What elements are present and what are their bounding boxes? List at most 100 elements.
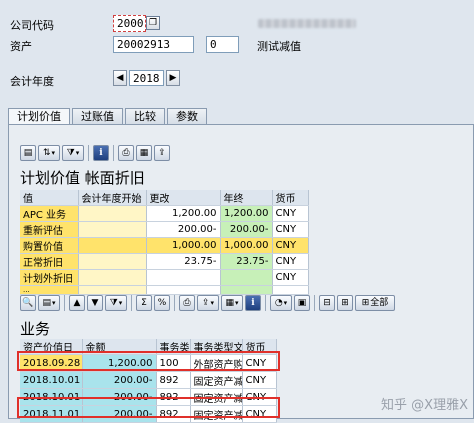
row-label: 计划外折旧 (20, 269, 79, 286)
column-header[interactable]: 资产价值日 (20, 339, 83, 355)
asset-label: 资产 (10, 40, 32, 53)
column-header[interactable]: 货币 (272, 190, 309, 206)
cell-amount: 1,200.00 (82, 354, 157, 372)
sort-icon[interactable]: ⇅ (38, 145, 60, 161)
asset-description: 测试减值 (257, 40, 301, 53)
company-code-field[interactable]: 2000 (113, 15, 146, 32)
table-row[interactable]: 购置价值 1,000.00 1,000.00 CNY (20, 237, 309, 254)
column-header[interactable]: 事务类型文本 (190, 339, 243, 355)
table-header-row: 资产价值日 金额 事务类 事务类型文本 货币 (20, 339, 277, 355)
cell-currency: CNY (242, 354, 277, 372)
cell-start (78, 205, 147, 222)
separator (88, 145, 89, 161)
copy-icon[interactable]: ❐ (146, 16, 160, 30)
choose-icon[interactable]: ▤ (38, 295, 60, 311)
row-label: APC 业务 (20, 205, 79, 222)
cell-change (146, 269, 221, 286)
planned-values-table: 值 会计年度开始 更改 年终 货币 APC 业务 1,200.00 1,200.… (20, 190, 309, 295)
select-all-label: 全部 (370, 297, 389, 308)
separator (64, 295, 65, 311)
filter-icon[interactable]: ⧩ (62, 145, 84, 161)
info-icon[interactable]: i (93, 145, 109, 161)
column-header[interactable]: 年终 (220, 190, 273, 206)
document-icon[interactable]: ▣ (294, 295, 310, 311)
company-name-blurred (258, 19, 356, 28)
asset-number-field[interactable]: 20002913 (113, 36, 194, 53)
tab-comparison[interactable]: 比较 (125, 108, 165, 125)
layout-icon[interactable]: ▦ (221, 295, 243, 311)
cell-date: 2018.10.01 (20, 388, 83, 406)
next-year-button[interactable]: ▶ (166, 70, 180, 86)
separator (265, 295, 266, 311)
column-header[interactable]: 金额 (82, 339, 157, 355)
tab-planned-values[interactable]: 计划价值 (8, 108, 70, 125)
previous-year-button[interactable]: ◀ (113, 70, 127, 86)
filter-icon[interactable]: ⧩ (105, 295, 127, 311)
cell-year-end: 1,000.00 (220, 237, 273, 254)
watermark: 知乎 @X理雅X (381, 398, 468, 413)
cell-type-text: 固定资产减值 (190, 405, 243, 423)
table-row[interactable]: 2018.11.01 200.00- 892 固定资产减值 CNY (20, 405, 277, 423)
cell-start (78, 221, 147, 238)
table-row[interactable]: 重新评估 200.00- 200.00- CNY (20, 221, 309, 238)
cell-type-text: 固定资产减值 (190, 371, 243, 389)
column-header[interactable]: 会计年度开始 (78, 190, 147, 206)
layout-icon[interactable]: ▦ (136, 145, 152, 161)
column-header[interactable]: 货币 (242, 339, 277, 355)
cell-currency: CNY (242, 388, 277, 406)
sum-icon[interactable]: Σ (136, 295, 152, 311)
planned-section-title: 计划价值 帐面折旧 (20, 169, 145, 187)
cell-change: 23.75- (146, 253, 221, 270)
export-icon[interactable]: ⇪ (154, 145, 170, 161)
column-header[interactable]: 更改 (146, 190, 221, 206)
select-all-button[interactable]: ⊞ 全部 (355, 295, 395, 311)
cell-type-text: 外部资产购置 (190, 354, 243, 372)
cell-currency: CNY (272, 221, 309, 238)
subtotal-icon[interactable]: % (154, 295, 170, 311)
sort-ascending-icon[interactable]: ▲ (69, 295, 85, 311)
table-row[interactable]: 2018.10.01 200.00- 892 固定资产减值 CNY (20, 371, 277, 389)
column-header[interactable]: 事务类 (156, 339, 191, 355)
expand-icon[interactable]: ⊞ (337, 295, 353, 311)
cell-amount: 200.00- (82, 405, 157, 423)
separator (131, 295, 132, 311)
table-row[interactable]: APC 业务 1,200.00 1,200.00 CNY (20, 205, 309, 222)
graphic-icon[interactable]: ◔ (270, 295, 292, 311)
cell-start (78, 237, 147, 254)
tab-posted-values[interactable]: 过账值 (72, 108, 123, 125)
info-icon[interactable]: i (245, 295, 261, 311)
table-row[interactable]: 正常折旧 23.75- 23.75- CNY (20, 253, 309, 270)
sort-descending-icon[interactable]: ▼ (87, 295, 103, 311)
print-icon[interactable]: ⎙ (179, 295, 195, 311)
table-header-row: 值 会计年度开始 更改 年终 货币 (20, 190, 309, 206)
zoom-icon[interactable]: 🔍 (20, 295, 36, 311)
asset-subnumber-field[interactable]: 0 (206, 36, 239, 53)
tab-parameters[interactable]: 参数 (167, 108, 207, 125)
transactions-table: 资产价值日 金额 事务类 事务类型文本 货币 2018.09.28 1,200.… (20, 339, 277, 423)
cell-change: 200.00- (146, 221, 221, 238)
table-row[interactable]: 计划外折旧 CNY (20, 269, 309, 286)
table-row[interactable]: 2018.10.01 200.00- 892 固定资产减值 CNY (20, 388, 277, 406)
cell-date: 2018.11.01 (20, 405, 83, 423)
collapse-icon[interactable]: ⊟ (319, 295, 335, 311)
cell-date: 2018.09.28 (20, 354, 83, 372)
table-row[interactable]: 2018.09.28 1,200.00 100 外部资产购置 CNY (20, 354, 277, 372)
cell-start (78, 269, 147, 286)
details-icon[interactable]: ▤ (20, 145, 36, 161)
cell-type-text: 固定资产减值 (190, 388, 243, 406)
cell-type: 892 (156, 371, 191, 389)
cell-year-end: 23.75- (220, 253, 273, 270)
cell-start (78, 253, 147, 270)
row-label: 购置价值 (20, 237, 79, 254)
select-all-icon: ⊞ (361, 297, 370, 308)
print-icon[interactable]: ⎙ (118, 145, 134, 161)
cell-year-end (220, 269, 273, 286)
transactions-section-title: 业务 (20, 320, 51, 338)
cell-year-end: 1,200.00 (220, 205, 273, 222)
cell-currency: CNY (272, 237, 309, 254)
fiscal-year-label: 会计年度 (10, 75, 54, 88)
cell-year-end: 200.00- (220, 221, 273, 238)
fiscal-year-field[interactable]: 2018 (129, 70, 164, 86)
column-header[interactable]: 值 (20, 190, 79, 206)
export-icon[interactable]: ⇪ (197, 295, 219, 311)
